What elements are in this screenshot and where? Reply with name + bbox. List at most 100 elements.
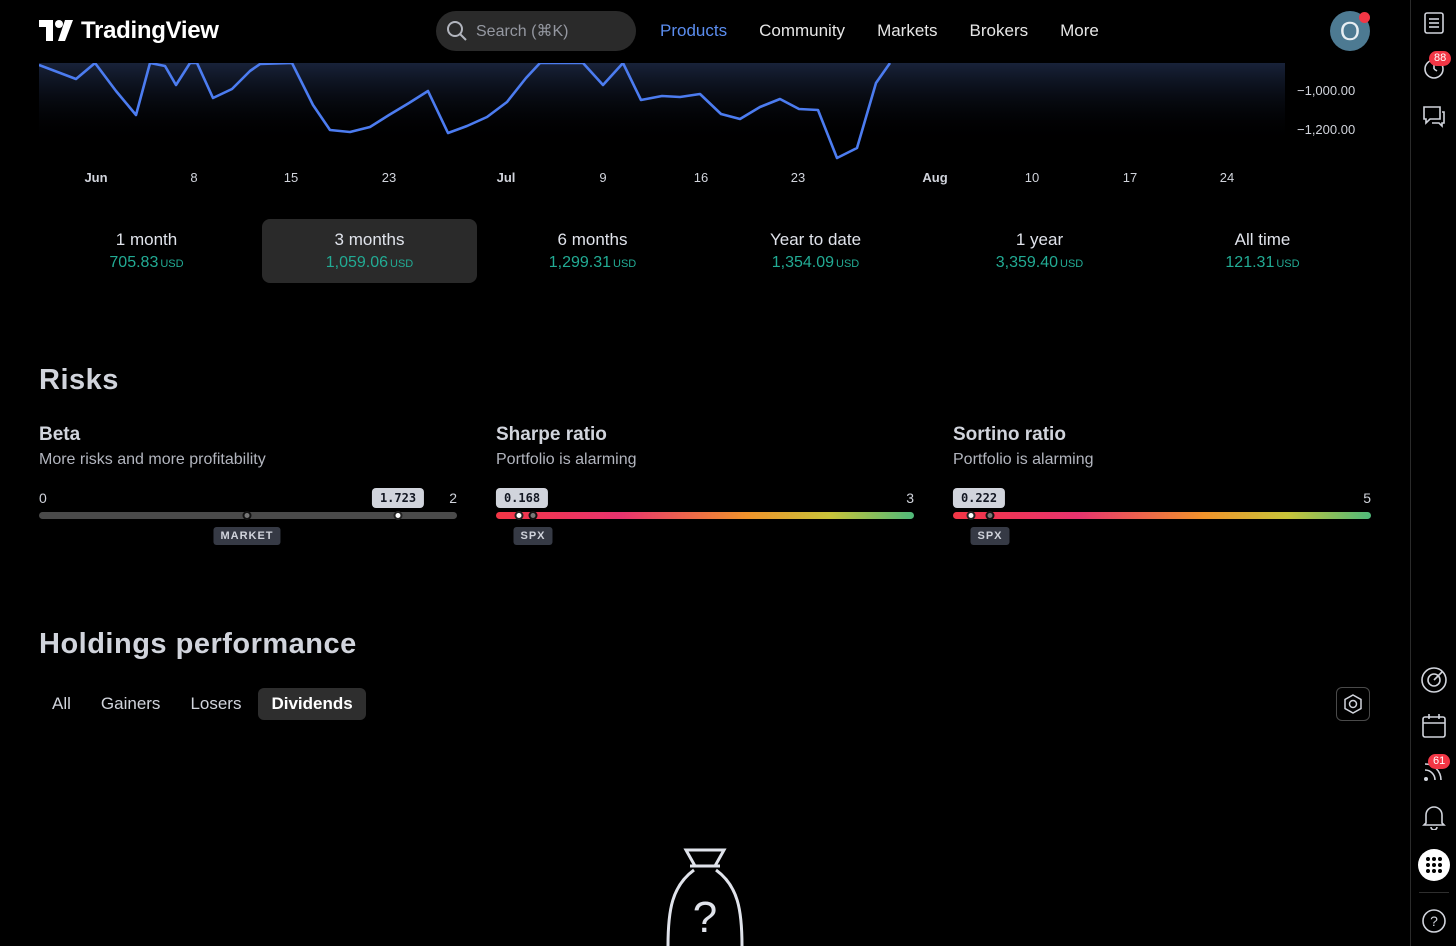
apps-grid-icon[interactable] [1418,849,1450,881]
period-value: 705.83 [109,254,159,271]
sharpe-metric: Sharpe ratio Portfolio is alarming 3 0.1… [495,424,914,554]
x-axis-label: 8 [190,170,198,185]
period-value: 1,299.31 [548,254,612,271]
period-3-months[interactable]: 3 months 1,059.06 USD [262,219,477,283]
right-sidebar: 88 61 ? [1410,0,1456,946]
period-ytd[interactable]: Year to date 1,354.09 USD [708,219,923,283]
nav-products[interactable]: Products [660,21,727,41]
main-nav: Products Community Markets Brokers More [660,21,1099,41]
calendar-icon[interactable] [1420,712,1448,740]
sortino-value-tag: 0.222 [952,488,1006,508]
x-axis-label: 24 [1219,170,1235,185]
tv-logo-icon [39,20,73,41]
period-value: 1,059.06 [325,254,389,271]
target-icon[interactable] [1420,666,1448,694]
x-axis-label: 15 [283,170,299,185]
spx-marker [985,511,995,520]
period-label: Year to date [769,230,862,249]
period-value: 1,354.09 [771,254,835,271]
svg-text:?: ? [693,893,717,942]
spx-benchmark-tag: SPX [970,527,1010,545]
nav-community[interactable]: Community [759,21,845,41]
notification-dot [1359,12,1370,23]
sharpe-title: Sharpe ratio [496,424,607,445]
watchlist-icon[interactable] [1420,9,1448,37]
period-label: All time [1234,230,1291,249]
beta-value-tag: 1.723 [371,488,425,508]
period-all-time[interactable]: All time 121.31 USD [1155,219,1370,283]
search-input[interactable]: Search (⌘K) [436,11,636,51]
period-currency: USD [160,258,184,270]
period-currency: USD [836,258,860,270]
beta-subtitle: More risks and more profitability [39,451,266,468]
x-axis-label: 23 [381,170,397,185]
tab-dividends[interactable]: Dividends [258,688,366,720]
period-label: 6 months [557,230,628,249]
period-1-year[interactable]: 1 year 3,359.40 USD [932,219,1147,283]
period-currency: USD [1276,258,1300,270]
x-axis-label: Jun [84,170,108,185]
risks-heading: Risks [39,364,119,396]
help-icon[interactable]: ? [1420,907,1448,935]
x-axis-label: 17 [1122,170,1138,185]
sortino-max: 5 [1363,490,1371,506]
period-1-month[interactable]: 1 month 705.83 USD [39,219,254,283]
spx-benchmark-tag: SPX [513,527,553,545]
period-value: 121.31 [1225,254,1275,271]
y-axis-label: −1,000.00 [1297,83,1356,98]
bell-icon[interactable] [1420,803,1448,831]
x-axis-label: 9 [599,170,607,185]
brand-name: TradingView [81,17,219,44]
period-currency: USD [1060,258,1084,270]
settings-gear-icon [1344,694,1362,714]
period-label: 1 month [115,230,178,249]
beta-max: 2 [449,490,457,506]
tab-all[interactable]: All [39,688,84,720]
chart-area-fill [39,63,1285,143]
period-value: 3,359.40 [995,254,1059,271]
money-bag-question-icon: ? [666,848,744,946]
search-icon [447,21,467,41]
sortino-value-marker [966,511,976,520]
x-axis-label: Jul [496,170,516,185]
sortino-title: Sortino ratio [953,424,1066,445]
beta-metric: Beta More risks and more profitability 0… [39,424,457,554]
tradingview-logo[interactable]: TradingView [39,17,219,45]
y-axis-label: −1,200.00 [1297,122,1356,137]
sortino-subtitle: Portfolio is alarming [953,451,1094,468]
nav-markets[interactable]: Markets [877,21,937,41]
holdings-tabs: All Gainers Losers Dividends [39,688,366,720]
beta-min: 0 [39,490,47,506]
spx-marker [528,511,538,520]
sharpe-value-marker [514,511,524,520]
period-currency: USD [613,258,637,270]
beta-title: Beta [39,424,81,445]
sharpe-subtitle: Portfolio is alarming [496,451,637,468]
x-axis-label: 23 [790,170,806,185]
period-selector: 1 month 705.83 USD 3 months 1,059.06 USD 6… [39,219,1373,283]
holdings-heading: Holdings performance [39,628,357,660]
sortino-metric: Sortino ratio Portfolio is alarming 5 0.… [952,424,1371,554]
sharpe-max: 3 [906,490,914,506]
period-currency: USD [390,258,414,270]
beta-value-marker [393,511,403,520]
tab-losers[interactable]: Losers [177,688,254,720]
top-header: TradingView Search (⌘K) Products Communi… [0,0,1410,63]
sharpe-value-tag: 0.168 [495,488,549,508]
feed-badge: 61 [1428,754,1451,769]
holdings-settings-button[interactable] [1336,687,1370,721]
tab-gainers[interactable]: Gainers [88,688,174,720]
nav-more[interactable]: More [1060,21,1099,41]
period-label: 1 year [1015,230,1064,249]
svg-text:?: ? [1430,913,1438,929]
clock-badge: 88 [1429,51,1452,66]
market-marker [242,511,252,520]
nav-brokers[interactable]: Brokers [970,21,1029,41]
x-axis-label: Aug [922,170,948,185]
x-axis-label: 16 [693,170,709,185]
period-6-months[interactable]: 6 months 1,299.31 USD [485,219,700,283]
chat-icon[interactable] [1420,102,1448,130]
search-placeholder: Search (⌘K) [476,23,569,40]
performance-line-chart [39,63,1285,160]
sidebar-divider [1419,892,1449,893]
